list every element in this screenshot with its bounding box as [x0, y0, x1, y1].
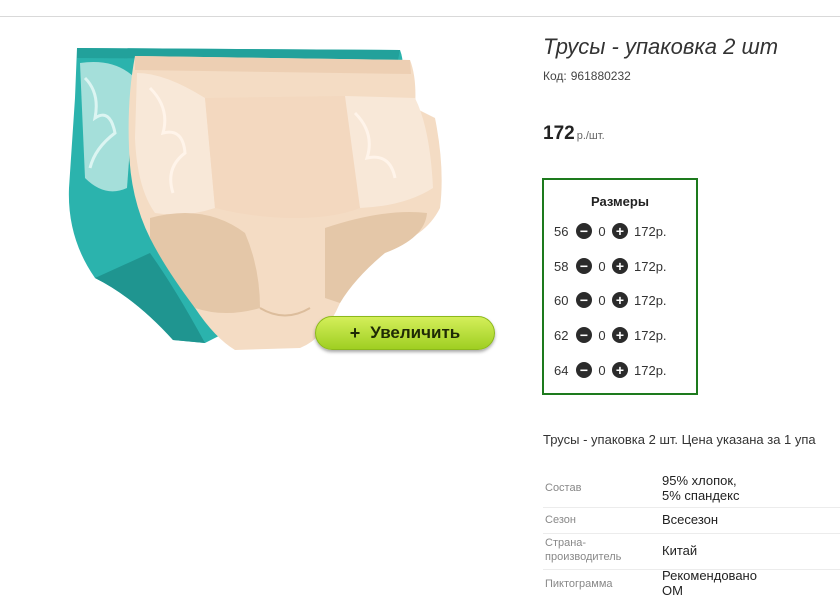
price-value: 172	[543, 123, 575, 144]
plus-circle-icon[interactable]: +	[612, 327, 628, 343]
size-label: 58	[554, 258, 569, 274]
size-row: 58 − 0 + 172р.	[554, 256, 667, 276]
minus-circle-icon[interactable]: −	[576, 258, 592, 274]
product-code-label: Код:	[543, 69, 567, 83]
minus-circle-icon[interactable]: −	[576, 292, 592, 308]
row-divider	[543, 533, 840, 534]
plus-circle-icon[interactable]: +	[612, 258, 628, 274]
minus-circle-icon[interactable]: −	[576, 362, 592, 378]
size-price: 172р.	[634, 292, 667, 308]
size-quantity: 0	[598, 327, 606, 343]
size-price: 172р.	[634, 258, 667, 274]
property-value: Китай	[662, 543, 832, 558]
sizes-panel: Размеры 56 − 0 + 172р. 58 − 0 + 172р. 60…	[542, 178, 698, 395]
property-key: Пиктограмма	[545, 578, 613, 590]
product-code: Код: 961880232	[543, 69, 631, 83]
size-label: 56	[554, 223, 569, 239]
property-key-line: Страна-	[545, 537, 587, 549]
size-row: 62 − 0 + 172р.	[554, 325, 667, 345]
size-row: 56 − 0 + 172р.	[554, 221, 667, 241]
zoom-button-label: Увеличить	[370, 323, 461, 342]
property-key: Страна- производитель	[545, 536, 645, 564]
property-key: Состав	[545, 482, 582, 494]
size-price: 172р.	[634, 362, 667, 378]
product-image[interactable]	[55, 38, 475, 358]
minus-circle-icon[interactable]: −	[576, 327, 592, 343]
sizes-title: Размеры	[591, 194, 649, 209]
plus-circle-icon[interactable]: +	[612, 362, 628, 378]
property-value-line: 5% спандекс	[662, 488, 740, 503]
property-key-line: производитель	[545, 551, 622, 563]
size-quantity: 0	[598, 258, 606, 274]
property-value-line: Китай	[662, 543, 698, 558]
size-quantity: 0	[598, 292, 606, 308]
property-value: Всесезон	[662, 512, 832, 527]
plus-circle-icon[interactable]: +	[612, 223, 628, 239]
product-title: Трусы - упаковка 2 шт	[543, 34, 779, 59]
plus-icon: +	[349, 322, 361, 343]
property-value-line: ОМ	[662, 583, 683, 598]
size-row: 64 − 0 + 172р.	[554, 360, 667, 380]
product-description: Трусы - упаковка 2 шт. Цена указана за 1…	[543, 432, 816, 447]
property-value-line: Рекомендовано	[662, 568, 757, 583]
size-label: 62	[554, 327, 569, 343]
product-price: 172 р./шт.	[543, 123, 605, 145]
property-value-line: Всесезон	[662, 512, 719, 527]
property-value: 95% хлопок, 5% спандекс	[662, 473, 832, 503]
plus-circle-icon[interactable]: +	[612, 292, 628, 308]
size-label: 60	[554, 292, 569, 308]
size-row: 60 − 0 + 172р.	[554, 290, 667, 310]
size-price: 172р.	[634, 327, 667, 343]
minus-circle-icon[interactable]: −	[576, 223, 592, 239]
zoom-button[interactable]: + Увеличить	[315, 316, 495, 350]
row-divider	[543, 507, 840, 508]
property-value-line: 95% хлопок,	[662, 473, 737, 488]
size-label: 64	[554, 362, 569, 378]
size-quantity: 0	[598, 362, 606, 378]
price-unit: р./шт.	[576, 130, 605, 142]
size-quantity: 0	[598, 223, 606, 239]
product-code-value: 961880232	[570, 69, 631, 83]
size-price: 172р.	[634, 223, 667, 239]
header-divider	[0, 16, 840, 17]
property-value: Рекомендовано ОМ	[662, 568, 832, 598]
property-key: Сезон	[545, 514, 576, 526]
